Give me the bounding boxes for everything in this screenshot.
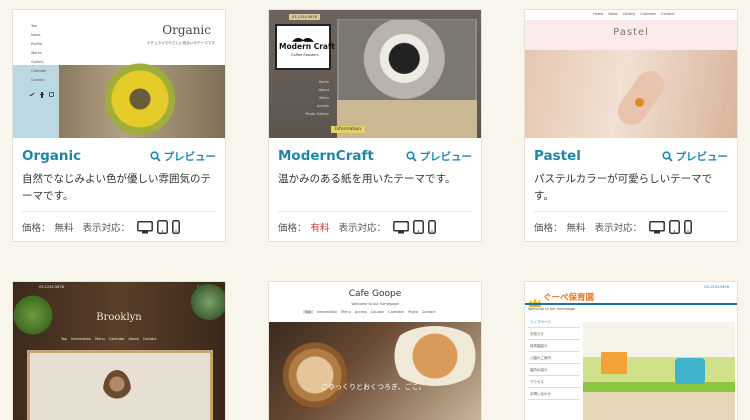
- thumb-brand-line1: Modern Craft: [279, 42, 335, 51]
- theme-card-pastel[interactable]: Home News Gallery Calendar Contact Paste…: [524, 9, 738, 242]
- theme-description: 温かみのある紙を用いたテーマです。: [278, 173, 456, 185]
- theme-description: パステルカラーが可愛らしいテーマです。: [534, 173, 713, 202]
- search-icon: [405, 150, 417, 162]
- thumb-nav: Top Information Menu Calendar About Cont…: [61, 337, 157, 341]
- thumb-social: [29, 92, 54, 98]
- thumb-brand-line2: Coffee Roasters: [291, 53, 319, 57]
- theme-card-brooklyn[interactable]: 03-1234-5678 Contact Brooklyn Top Inform…: [12, 281, 226, 420]
- search-icon: [149, 150, 161, 162]
- smartphone-icon: [684, 220, 692, 234]
- thumb-nav: Top Information Menu Access Coupon Calen…: [303, 310, 436, 314]
- preview-link[interactable]: プレビュー: [661, 149, 729, 164]
- tablet-icon: [669, 220, 680, 234]
- theme-thumbnail[interactable]: Cafe Goope Welcome to our homepage Top I…: [269, 282, 481, 420]
- theme-thumbnail[interactable]: 03-1234-5678 Contact Brooklyn Top Inform…: [13, 282, 225, 420]
- divider: [278, 211, 472, 212]
- thumb-brand: Cafe Goope: [348, 289, 402, 299]
- price-value: 無料: [566, 223, 586, 234]
- theme-thumbnail[interactable]: 03-1234-5678 Modern Craft Coffee Roaster…: [269, 10, 481, 138]
- thumb-tag: Information: [331, 126, 366, 133]
- theme-card-organic[interactable]: Organic ナチュラルでやさしい色合いのテーマです Top News Pro…: [12, 9, 226, 242]
- thumb-playhouse: [601, 352, 627, 374]
- preview-label: プレビュー: [419, 150, 473, 163]
- desktop-icon: [649, 221, 665, 234]
- search-icon: [661, 150, 673, 162]
- twitter-icon: [29, 92, 35, 97]
- instagram-icon: [49, 92, 54, 97]
- facebook-icon: [40, 92, 44, 98]
- theme-title[interactable]: Pastel: [534, 148, 581, 164]
- thumb-phone: 03-1234-5678: [289, 14, 320, 20]
- thumb-wreath: [105, 60, 175, 138]
- thumb-nav: Home News Gallery Calendar Contact: [593, 12, 675, 16]
- theme-card-moderncraft[interactable]: 03-1234-5678 Modern Craft Coffee Roaster…: [268, 9, 482, 242]
- tablet-icon: [413, 220, 424, 234]
- divider: [534, 211, 728, 212]
- thumb-bread: [283, 340, 347, 410]
- thumb-plate: [387, 326, 481, 386]
- preview-label: プレビュー: [675, 150, 729, 163]
- preview-link[interactable]: プレビュー: [405, 149, 473, 164]
- preview-label: プレビュー: [163, 150, 217, 163]
- theme-thumbnail[interactable]: Home News Gallery Calendar Contact Paste…: [525, 10, 737, 138]
- thumb-welcome: Welcome to our homepage: [528, 307, 576, 311]
- thumb-coffee-photo: [339, 20, 475, 100]
- divider: [22, 211, 216, 212]
- thumb-subtitle: ナチュラルでやさしい色合いのテーマです: [146, 41, 215, 45]
- thumb-menu: トップページ お知らせ 保育園紹介 入園のご案内 園内の紹介 アクセス お問い合…: [528, 318, 580, 400]
- smartphone-icon: [428, 220, 436, 234]
- theme-thumbnail[interactable]: Organic ナチュラルでやさしい色合いのテーマです Top News Pro…: [13, 10, 225, 138]
- price-value: 有料: [310, 223, 330, 234]
- thumb-subtitle: Welcome to our homepage: [351, 302, 399, 306]
- thumb-brand: ぐーぺ保育園: [543, 293, 595, 303]
- thumb-brand: Pastel: [613, 27, 649, 38]
- thumb-overlay-text: ごゆっくりとおくつろぎ、ごこ。: [321, 383, 426, 391]
- thumb-phone: 03-1234-5678: [39, 285, 64, 289]
- price-label: 価格：: [22, 223, 51, 234]
- smartphone-icon: [172, 220, 180, 234]
- preview-link[interactable]: プレビュー: [149, 149, 217, 164]
- theme-title[interactable]: Organic: [22, 148, 81, 164]
- price-label: 価格：: [534, 223, 563, 234]
- theme-card-goope-nursery[interactable]: ぐーぺ保育園 03-1234-5678 Welcome to our homep…: [524, 281, 738, 420]
- thumb-menu: Home About Menu Access Photo Gallery: [305, 80, 329, 116]
- thumb-brand: Organic: [162, 23, 211, 37]
- price-label: 価格：: [278, 223, 307, 234]
- thumb-ring: [635, 98, 644, 107]
- desktop-icon: [137, 221, 153, 234]
- thumb-person: [103, 370, 131, 410]
- device-label: 表示対応：: [82, 223, 131, 234]
- thumb-brand: Brooklyn: [96, 312, 142, 323]
- theme-title[interactable]: ModernCraft: [278, 148, 374, 164]
- device-label: 表示対応：: [338, 223, 387, 234]
- price-value: 無料: [54, 223, 74, 234]
- desktop-icon: [393, 221, 409, 234]
- tablet-icon: [157, 220, 168, 234]
- theme-description: 自然でなじみよい色が優しい雰囲気のテーマです。: [22, 173, 211, 202]
- device-label: 表示対応：: [594, 223, 643, 234]
- theme-thumbnail[interactable]: ぐーぺ保育園 03-1234-5678 Welcome to our homep…: [525, 282, 737, 420]
- thumb-menu: Top News Profile Works Gallery Calendar …: [31, 24, 47, 82]
- thumb-slide: [675, 358, 705, 384]
- thumb-phone: 03-1234-5678: [704, 285, 729, 289]
- theme-card-cafe-goope[interactable]: Cafe Goope Welcome to our homepage Top I…: [268, 281, 482, 420]
